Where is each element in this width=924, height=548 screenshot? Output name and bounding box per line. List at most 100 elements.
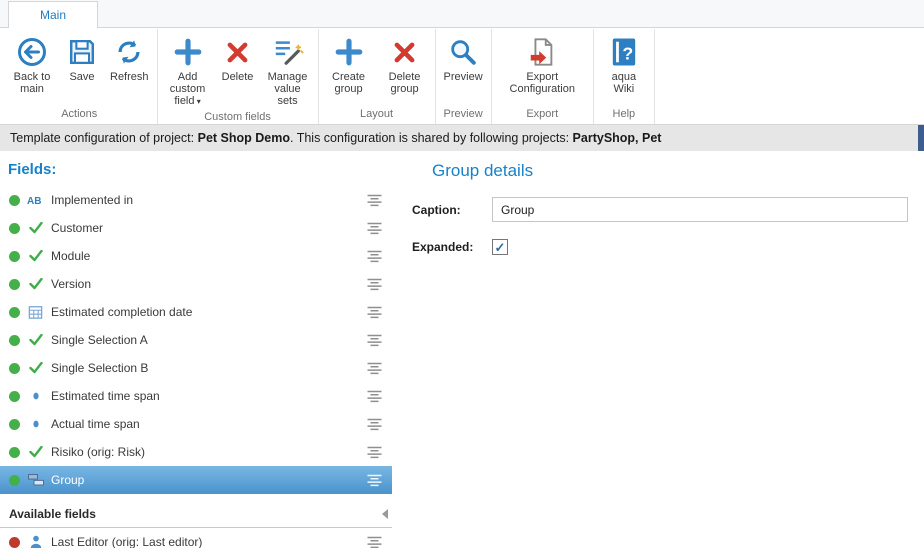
field-label: Estimated time span <box>51 389 160 403</box>
app: { "accent_color": "#1e7bc4", "tab": { "l… <box>0 0 924 548</box>
field-label: Module <box>51 249 90 263</box>
expanded-checkbox[interactable]: ✓ <box>492 239 508 255</box>
calendar-icon <box>27 305 44 319</box>
ribbon-group-custom-fields: Add custom field ▾ Delete Manage value set… <box>158 29 319 124</box>
delete-x-icon <box>224 33 251 71</box>
drag-handle-icon[interactable] <box>367 194 382 207</box>
drag-handle-icon[interactable] <box>367 278 382 291</box>
tab-main[interactable]: Main <box>8 1 98 28</box>
ribbon-button-label: aqua Wiki <box>602 71 646 95</box>
save-icon <box>67 33 97 71</box>
drag-handle-icon[interactable] <box>367 474 382 487</box>
drag-handle-icon[interactable] <box>367 306 382 319</box>
duration-icon <box>27 419 44 429</box>
ribbon-group-preview: PreviewPreview <box>436 29 492 124</box>
add-plus-icon <box>173 33 203 71</box>
ribbon-button-label: Manage value sets <box>266 71 310 107</box>
export-configuration-button[interactable]: Export Configuration <box>495 31 590 95</box>
ribbon-group-help: ? aqua Wiki Help <box>594 29 655 124</box>
ribbon-button-label: Back to main <box>10 71 54 95</box>
field-row[interactable]: Actual time span <box>0 410 392 438</box>
expanded-form-row: Expanded: ✓ <box>412 239 908 255</box>
available-fields-label: Available fields <box>9 507 96 521</box>
ab-icon: AB <box>27 194 44 206</box>
field-row[interactable]: Estimated completion date <box>0 298 392 326</box>
status-dot <box>9 223 20 234</box>
ribbon-tab-strip: Main <box>0 0 924 28</box>
status-dot <box>9 335 20 346</box>
drag-handle-icon[interactable] <box>367 390 382 403</box>
field-row[interactable]: Single Selection A <box>0 326 392 354</box>
refresh-button[interactable]: Refresh <box>105 31 154 95</box>
status-dot <box>9 307 20 318</box>
field-row[interactable]: Last Editor (orig: Last editor) <box>0 528 392 548</box>
svg-text:?: ? <box>622 43 633 63</box>
caption-form-row: Caption: <box>412 197 908 222</box>
preview-button[interactable]: Preview <box>439 31 488 83</box>
ribbon-group-label: Layout <box>322 105 432 124</box>
status-dot <box>9 195 20 206</box>
status-dot <box>9 475 20 486</box>
caption-label: Caption: <box>412 203 492 217</box>
delete-group-button[interactable]: Delete group <box>378 31 432 95</box>
ribbon-group-actions: Back to main SaveRefresh Actions <box>2 29 158 124</box>
ribbon-button-label: Delete <box>222 71 254 83</box>
field-row[interactable]: Single Selection B <box>0 354 392 382</box>
field-label: Single Selection A <box>51 333 148 347</box>
field-row[interactable]: AB Implemented in <box>0 186 392 214</box>
available-fields-header: Available fields <box>0 500 392 528</box>
back-to-main-button[interactable]: Back to main <box>5 31 59 95</box>
status-text: Template configuration of project: Pet S… <box>10 131 661 145</box>
field-row[interactable]: Version <box>0 270 392 298</box>
expanded-label: Expanded: <box>412 240 492 254</box>
status-dot <box>9 537 20 548</box>
status-text-2: . This configuration is shared by follow… <box>290 131 573 145</box>
status-text-1: Template configuration of project: <box>10 131 198 145</box>
field-row[interactable]: Group <box>0 466 392 494</box>
status-shared-projects: PartyShop, Pet <box>573 131 662 145</box>
fields-list: AB Implemented in Customer Module <box>0 186 392 494</box>
export-document-icon <box>527 33 557 71</box>
drag-handle-icon[interactable] <box>367 536 382 548</box>
check-icon <box>27 222 44 234</box>
manage-value-sets-button[interactable]: Manage value sets <box>261 31 315 108</box>
field-label: Implemented in <box>51 193 133 207</box>
fields-panel: Fields: AB Implemented in Customer <box>0 151 400 548</box>
ribbon-group-label: Help <box>597 105 651 124</box>
svg-text:AB: AB <box>27 196 41 206</box>
drag-handle-icon[interactable] <box>367 362 382 375</box>
ribbon-button-label: Create group <box>327 71 371 95</box>
field-row[interactable]: Module <box>0 242 392 270</box>
person-icon <box>27 535 44 548</box>
caption-input[interactable] <box>492 197 908 222</box>
save-button[interactable]: Save <box>61 31 103 95</box>
drag-handle-icon[interactable] <box>367 334 382 347</box>
field-label: Single Selection B <box>51 361 148 375</box>
drag-handle-icon[interactable] <box>367 250 382 263</box>
status-dot <box>9 447 20 458</box>
tab-main-label: Main <box>40 8 66 22</box>
refresh-icon <box>114 33 144 71</box>
status-dot <box>9 279 20 290</box>
checkmark-icon: ✓ <box>495 241 506 254</box>
main-content: Fields: AB Implemented in Customer <box>0 151 924 548</box>
duration-icon <box>27 391 44 401</box>
field-row[interactable]: Customer <box>0 214 392 242</box>
ribbon-button-label: Export Configuration <box>500 71 585 95</box>
create-group-button[interactable]: Create group <box>322 31 376 95</box>
window-edge-strip <box>918 125 924 151</box>
group-details-panel: Group details Caption: Expanded: ✓ <box>400 151 924 548</box>
field-label: Risiko (orig: Risk) <box>51 445 145 459</box>
drag-handle-icon[interactable] <box>367 446 382 459</box>
drag-handle-icon[interactable] <box>367 222 382 235</box>
ribbon-group-label: Actions <box>5 105 154 124</box>
drag-handle-icon[interactable] <box>367 418 382 431</box>
status-project-name: Pet Shop Demo <box>198 131 290 145</box>
magnifier-icon <box>448 33 478 71</box>
collapse-panel-arrow-icon[interactable] <box>382 509 388 519</box>
field-row[interactable]: Estimated time span <box>0 382 392 410</box>
delete-button[interactable]: Delete <box>217 31 259 108</box>
add-custom-field-button[interactable]: Add custom field ▾ <box>161 31 215 108</box>
field-row[interactable]: Risiko (orig: Risk) <box>0 438 392 466</box>
aqua-wiki-button[interactable]: ? aqua Wiki <box>597 31 651 95</box>
